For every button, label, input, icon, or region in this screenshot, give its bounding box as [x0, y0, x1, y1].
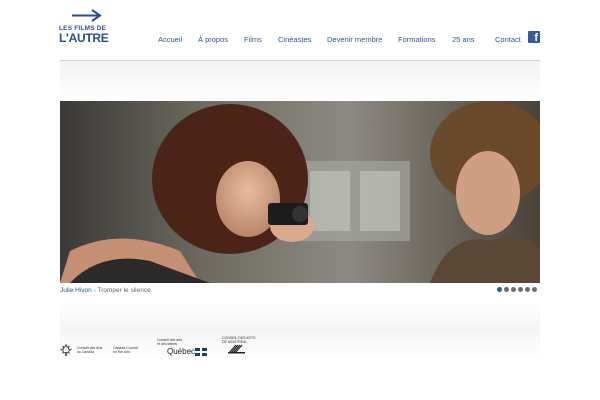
slide-dot[interactable]	[525, 287, 530, 292]
nav-item-devenir-membre[interactable]: Devenir membre	[327, 35, 382, 44]
nav-item-contact[interactable]: Contact	[495, 35, 521, 44]
nav-item-cineastes[interactable]: Cinéastes	[278, 35, 311, 44]
sponsor-en-line-2: for the Arts	[113, 350, 130, 354]
slide-dot[interactable]	[504, 287, 509, 292]
hero-photo-illustration	[60, 101, 540, 283]
sponsor-quebec[interactable]: Conseil des arts et des lettres Québec	[157, 338, 207, 356]
caption-director[interactable]: Julie Hivon	[60, 287, 92, 294]
facebook-glyph: f	[534, 32, 538, 44]
sponsor-quebec-name: Québec	[167, 347, 196, 356]
facebook-icon[interactable]: f	[528, 31, 540, 44]
quebec-flag-icon	[195, 348, 207, 356]
slide-dot[interactable]	[518, 287, 523, 292]
logo-line-2: L'AUTRE	[59, 31, 109, 45]
hero-image[interactable]	[60, 101, 540, 283]
site-logo[interactable]: LES FILMS DE L'AUTRE	[59, 9, 109, 45]
maple-leaf-icon	[60, 344, 72, 356]
arrow-right-icon	[72, 9, 102, 22]
sponsor-conseil-montreal[interactable]: CONSEIL DES ARTS DE MONTRÉAL	[222, 336, 255, 354]
slide-dot[interactable]	[532, 287, 537, 292]
slideshow-dots	[497, 287, 537, 292]
montreal-logo-icon	[228, 344, 245, 354]
sponsor-quebec-line-2: et des lettres	[157, 342, 178, 346]
nav-item-accueil[interactable]: Accueil	[158, 35, 182, 44]
hero-caption: Julie Hivon - Tromper le silence	[60, 287, 151, 294]
sponsor-fr-line-2: du Canada	[77, 350, 95, 354]
slide-dot[interactable]	[497, 287, 502, 292]
slide-dot[interactable]	[511, 287, 516, 292]
caption-film-title: Tromper le silence	[97, 287, 151, 294]
nav-item-formations[interactable]: Formations	[398, 35, 436, 44]
nav-item-a-propos[interactable]: À propos	[198, 35, 228, 44]
nav-item-films[interactable]: Films	[244, 35, 262, 44]
nav-item-25-ans[interactable]: 25 ans	[452, 35, 475, 44]
top-shade	[60, 61, 540, 101]
